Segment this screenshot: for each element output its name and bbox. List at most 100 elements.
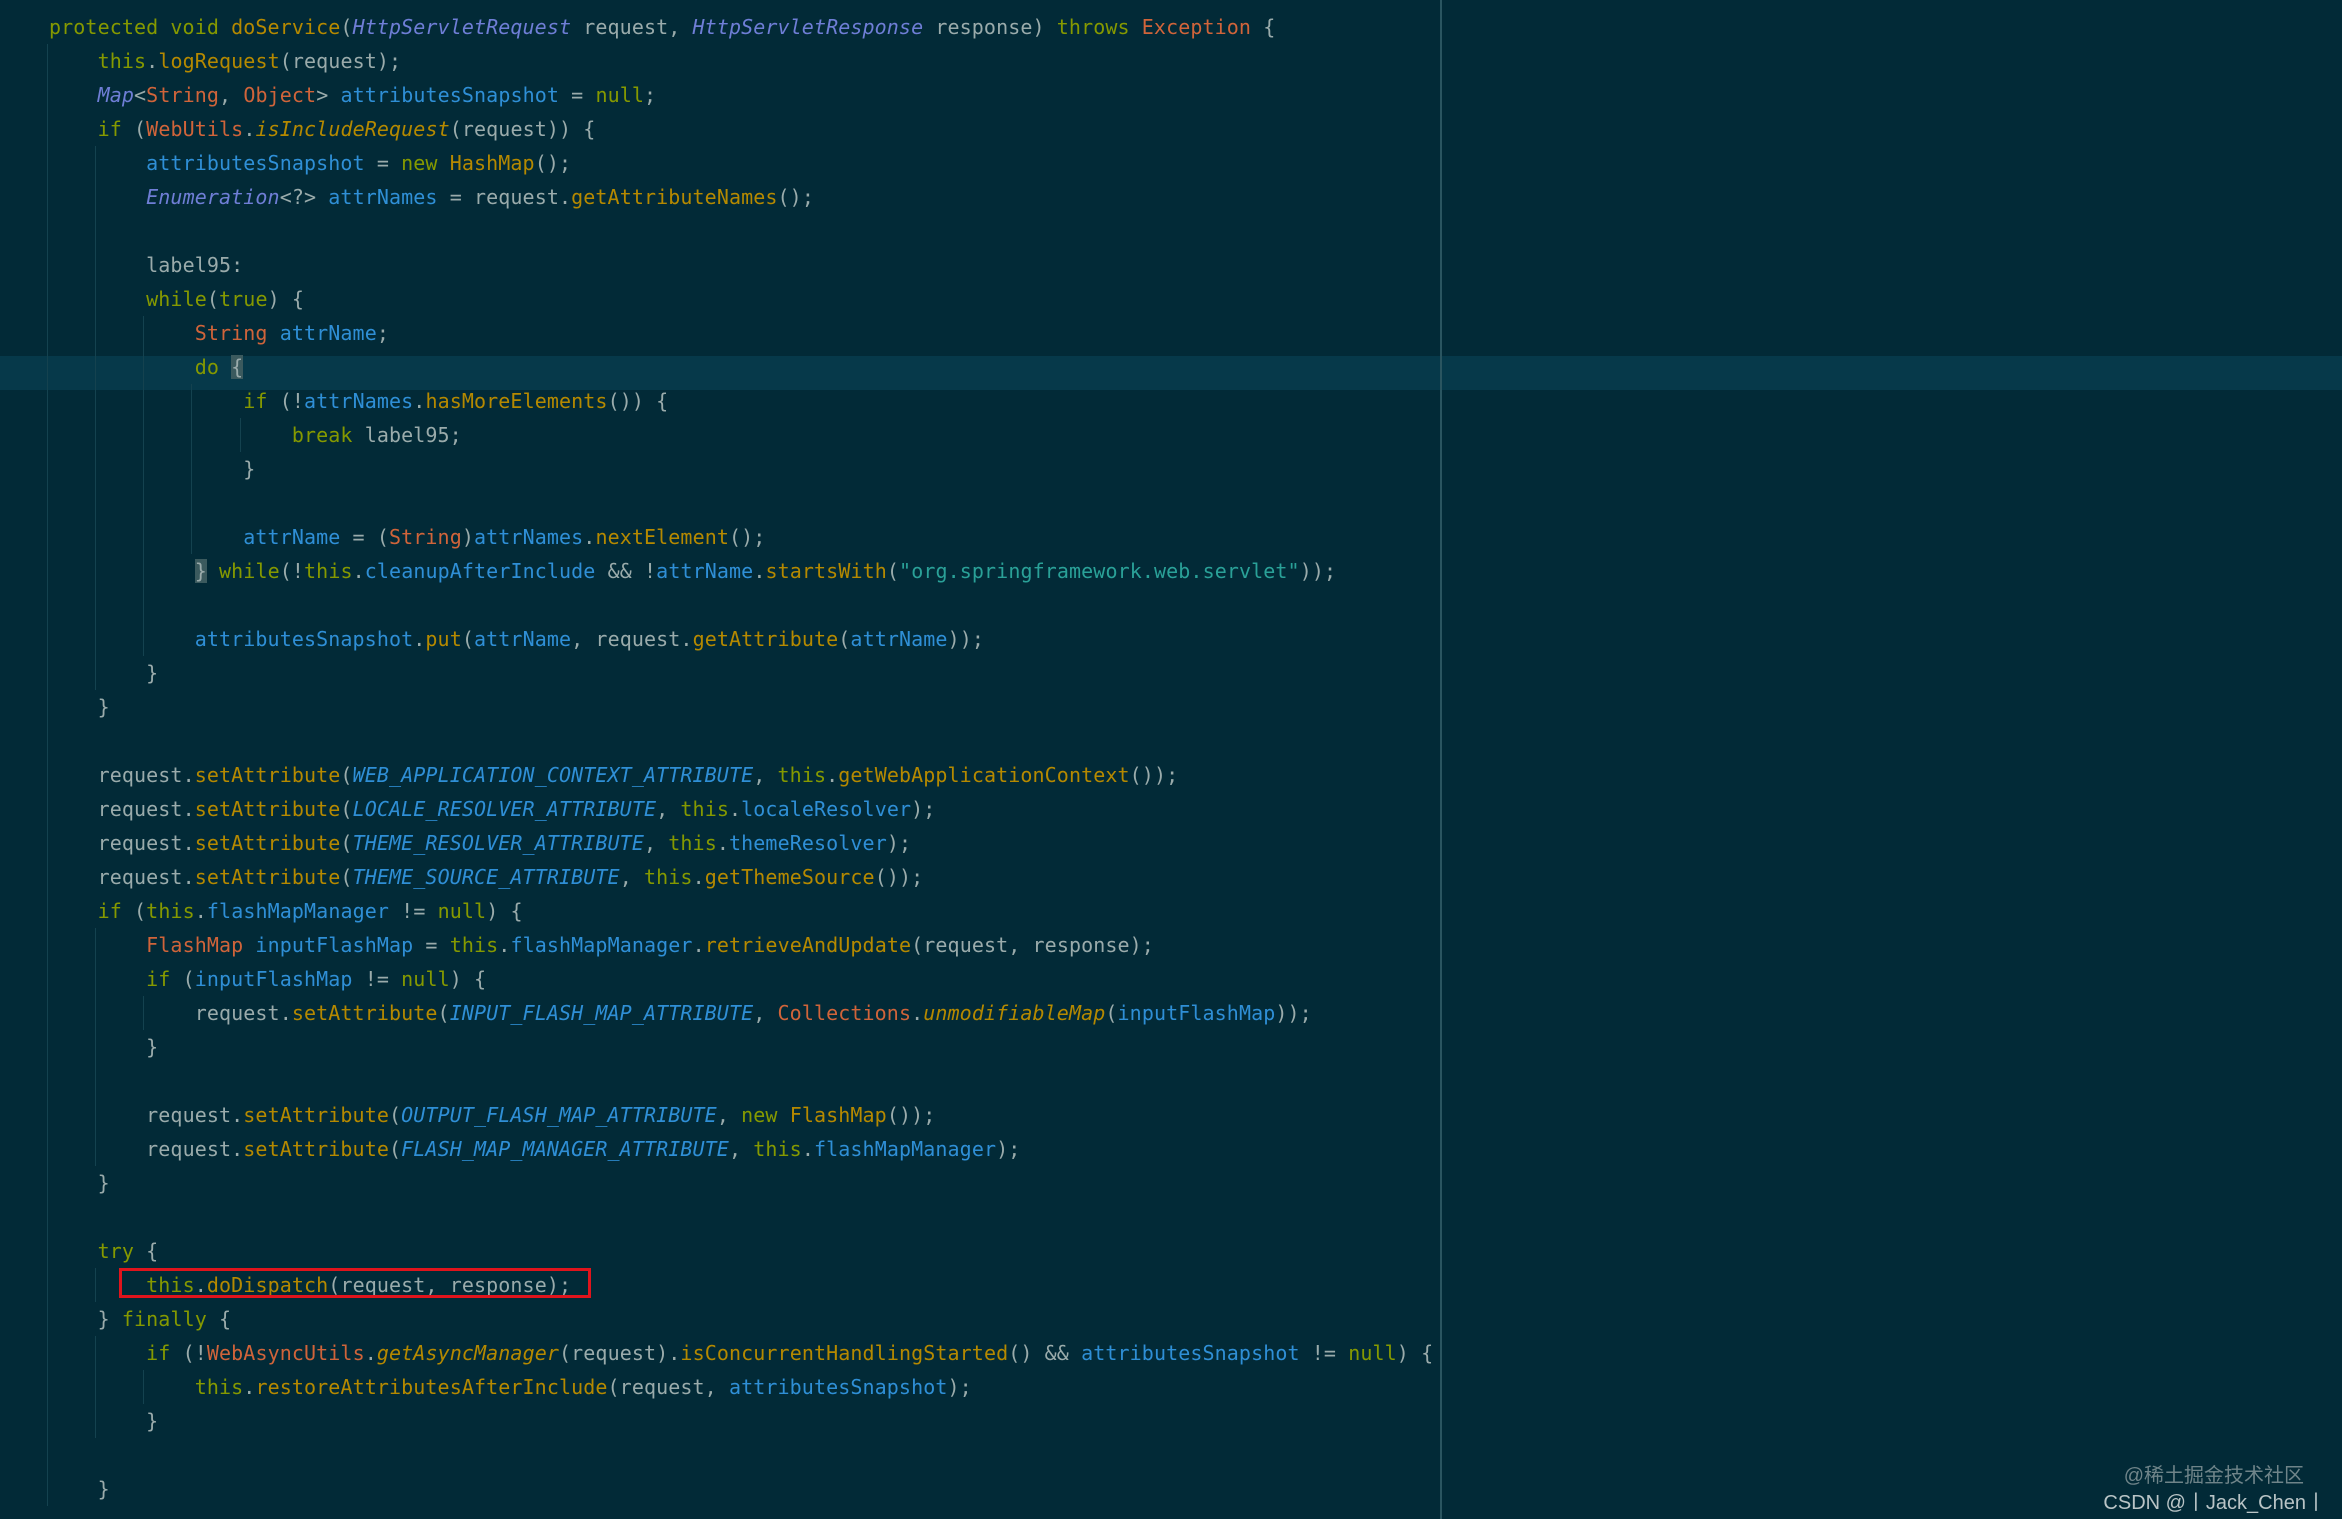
code-line[interactable]: if (!WebAsyncUtils.getAsyncManager(reque… xyxy=(49,1336,1433,1370)
code-token: } xyxy=(194,559,207,583)
code-line[interactable]: } finally { xyxy=(49,1302,1433,1336)
code-editor[interactable]: protected void doService(HttpServletRequ… xyxy=(0,0,2342,1519)
code-token: ( xyxy=(340,763,353,787)
code-line[interactable]: String attrName; xyxy=(49,316,1433,350)
code-token: . xyxy=(352,559,365,583)
code-line[interactable]: try { xyxy=(49,1234,1433,1268)
code-line[interactable]: if (!attrNames.hasMoreElements()) { xyxy=(49,384,1433,418)
code-token: true xyxy=(219,287,268,311)
code-token: attrNames xyxy=(474,525,584,549)
code-line[interactable]: protected void doService(HttpServletRequ… xyxy=(49,10,1433,44)
code-line[interactable]: this.logRequest(request); xyxy=(49,44,1433,78)
code-token: ( xyxy=(206,287,220,311)
code-line[interactable]: } xyxy=(49,1030,1433,1064)
code-line[interactable]: attributesSnapshot = new HashMap(); xyxy=(49,146,1433,180)
code-token: )); xyxy=(947,627,984,651)
code-token: . xyxy=(692,933,705,957)
code-token: setAttribute xyxy=(291,1001,438,1025)
right-margin-guide xyxy=(1440,0,1442,1519)
code-token: (request, xyxy=(607,1375,729,1399)
code-line[interactable]: while(true) { xyxy=(49,282,1433,316)
code-token: HashMap xyxy=(449,151,535,175)
code-token: ()); xyxy=(874,865,924,889)
code-token: getAttribute xyxy=(692,627,839,651)
code-line[interactable]: attributesSnapshot.put(attrName, request… xyxy=(49,622,1433,656)
code-token: attrName xyxy=(656,559,754,583)
code-token: <?> xyxy=(279,185,329,209)
code-line[interactable]: } xyxy=(49,1472,1433,1506)
code-line[interactable]: request.setAttribute(INPUT_FLASH_MAP_ATT… xyxy=(49,996,1433,1030)
code-token: () && xyxy=(1008,1341,1082,1365)
code-token: ( xyxy=(340,15,353,39)
code-line[interactable]: this.restoreAttributesAfterInclude(reque… xyxy=(49,1370,1433,1404)
code-token: attrName xyxy=(279,321,377,345)
code-line[interactable]: attrName = (String)attrNames.nextElement… xyxy=(49,520,1433,554)
code-line[interactable]: request.setAttribute(WEB_APPLICATION_CON… xyxy=(49,758,1433,792)
code-token: ( xyxy=(134,117,147,141)
code-token: ); xyxy=(886,831,912,855)
code-line[interactable] xyxy=(49,588,1433,622)
code-token: . xyxy=(753,559,766,583)
code-token: , xyxy=(716,1103,742,1127)
code-token: . xyxy=(728,797,742,821)
code-token: throws xyxy=(1056,15,1142,39)
code-token: = xyxy=(413,933,450,957)
code-line[interactable]: label95: xyxy=(49,248,1433,282)
code-line[interactable]: break label95; xyxy=(49,418,1433,452)
code-line[interactable]: request.setAttribute(FLASH_MAP_MANAGER_A… xyxy=(49,1132,1433,1166)
code-token: ()); xyxy=(1129,763,1179,787)
code-line[interactable]: Enumeration<?> attrNames = request.getAt… xyxy=(49,180,1433,214)
code-line[interactable] xyxy=(49,486,1433,520)
code-line[interactable]: do { xyxy=(49,350,1433,384)
code-line[interactable]: } xyxy=(49,690,1433,724)
code-line[interactable]: } while(!this.cleanupAfterInclude && !at… xyxy=(49,554,1433,588)
code-token: break xyxy=(291,423,365,447)
code-line[interactable]: request.setAttribute(THEME_RESOLVER_ATTR… xyxy=(49,826,1433,860)
code-token: HttpServletResponse xyxy=(692,15,924,39)
code-token: inputFlashMap xyxy=(1117,1001,1276,1025)
code-line[interactable] xyxy=(49,1064,1433,1098)
code-line[interactable]: } xyxy=(49,1404,1433,1438)
code-token: String xyxy=(146,83,220,107)
code-line[interactable]: } xyxy=(49,656,1433,690)
code-token: attrName xyxy=(474,627,572,651)
code-token: (request). xyxy=(559,1341,681,1365)
code-line[interactable]: if (this.flashMapManager != null) { xyxy=(49,894,1433,928)
code-line[interactable]: } xyxy=(49,1166,1433,1200)
code-token: (); xyxy=(777,185,814,209)
code-line[interactable] xyxy=(49,724,1433,758)
code-token: , xyxy=(219,83,244,107)
code-line[interactable]: request.setAttribute(OUTPUT_FLASH_MAP_AT… xyxy=(49,1098,1433,1132)
code-line[interactable] xyxy=(49,1200,1433,1234)
code-token: = request. xyxy=(437,185,572,209)
watermark-juejin: @稀土掘金技术社区 xyxy=(2123,1465,2304,1487)
code-token: do xyxy=(194,355,232,379)
code-token: = ( xyxy=(340,525,389,549)
code-token: . xyxy=(243,117,256,141)
code-line[interactable]: request.setAttribute(THEME_SOURCE_ATTRIB… xyxy=(49,860,1433,894)
code-token: themeResolver xyxy=(729,831,887,855)
code-token: null xyxy=(437,899,487,923)
code-line[interactable]: request.setAttribute(LOCALE_RESOLVER_ATT… xyxy=(49,792,1433,826)
code-token: ()) { xyxy=(607,389,669,413)
code-token: ) { xyxy=(1396,1341,1434,1365)
code-token: ); xyxy=(911,797,936,821)
code-line[interactable] xyxy=(49,214,1433,248)
code-token: ); xyxy=(996,1137,1021,1161)
code-token: getThemeSource xyxy=(704,865,875,889)
code-line[interactable]: if (inputFlashMap != null) { xyxy=(49,962,1433,996)
code-token: ( xyxy=(340,831,353,855)
code-line[interactable]: if (WebUtils.isIncludeRequest(request)) … xyxy=(49,112,1433,146)
code-line[interactable]: Map<String, Object> attributesSnapshot =… xyxy=(49,78,1433,112)
code-line[interactable] xyxy=(49,1438,1433,1472)
code-token: = xyxy=(559,83,596,107)
code-line[interactable]: } xyxy=(49,452,1433,486)
code-line[interactable]: FlashMap inputFlashMap = this.flashMapMa… xyxy=(49,928,1433,962)
code-token: "org.springframework.web.servlet" xyxy=(899,559,1300,583)
code-token: ); xyxy=(947,1375,972,1399)
